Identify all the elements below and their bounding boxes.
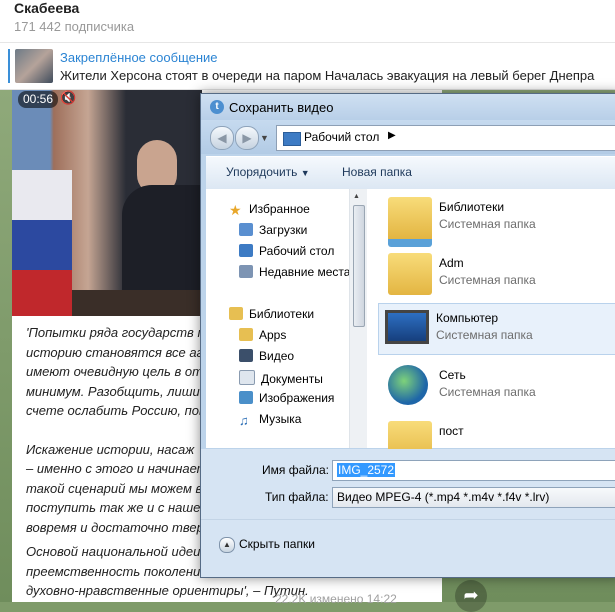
collapse-icon[interactable]: ▲: [219, 537, 235, 553]
flag-red-stripe: [12, 270, 72, 316]
documents-icon: [239, 370, 255, 385]
tree-item-video[interactable]: Видео: [239, 349, 294, 367]
dialog-titlebar[interactable]: t Сохранить видео: [201, 94, 615, 120]
scroll-up-icon[interactable]: ▲: [353, 193, 360, 200]
tree-item-documents[interactable]: Документы: [239, 370, 323, 388]
tree-item-favorites[interactable]: ★ Избранное: [229, 202, 310, 220]
pinned-text: Жители Херсона стоят в очереди на паром …: [60, 68, 595, 83]
video-desk: [72, 290, 202, 316]
channel-name: Скабеева: [14, 0, 80, 16]
star-icon: ★: [229, 202, 242, 218]
libraries-icon: [388, 197, 432, 247]
hide-folders-button[interactable]: Скрыть папки: [239, 537, 315, 551]
filetype-select[interactable]: Видео MPEG-4 (*.mp4 *.m4v *.f4v *.lrv): [332, 487, 615, 508]
tree-item-images[interactable]: Изображения: [239, 391, 334, 409]
folder-icon: [239, 328, 253, 341]
file-item-network[interactable]: Сеть Системная папка: [382, 361, 615, 411]
tree-item-libraries[interactable]: Библиотеки: [229, 307, 314, 325]
file-item-adm[interactable]: Adm Системная папка: [382, 249, 615, 299]
images-icon: [239, 391, 253, 404]
flag-blue-stripe: [12, 220, 72, 270]
filename-value: IMG_2572: [337, 463, 396, 477]
filename-input[interactable]: IMG_2572: [332, 460, 615, 481]
channel-header[interactable]: Скабеева 171 442 подписчика: [0, 0, 615, 43]
forward-button[interactable]: ➦: [455, 580, 487, 612]
video-time: 00:56: [18, 91, 59, 108]
desktop-icon: [239, 244, 253, 257]
new-folder-button[interactable]: Новая папка: [342, 165, 412, 179]
tree-item-downloads[interactable]: Загрузки: [239, 223, 307, 241]
downloads-icon: [239, 223, 253, 236]
pinned-message-bar[interactable]: Закреплённое сообщение Жители Херсона ст…: [0, 43, 615, 90]
network-icon: [388, 365, 428, 405]
subscriber-count: 171 442 подписчика: [14, 19, 135, 34]
pinned-title: Закреплённое сообщение: [60, 50, 218, 65]
navigation-scrollbar[interactable]: ▲: [349, 189, 367, 448]
back-icon[interactable]: ◀: [210, 126, 234, 150]
navigation-bar: ◀ ▶ ▼ Рабочий стол ▶: [201, 120, 615, 154]
file-item-libraries[interactable]: Библиотеки Системная папка: [382, 193, 615, 247]
address-bar[interactable]: Рабочий стол ▶: [276, 125, 615, 151]
forward-icon[interactable]: ▶: [235, 126, 259, 150]
save-video-dialog: t Сохранить видео ◀ ▶ ▼ Рабочий стол ▶ У…: [200, 93, 615, 578]
organize-button[interactable]: Упорядочить ▼: [226, 165, 310, 179]
save-form: Имя файла: IMG_2572 Тип файла: Видео MPE…: [201, 449, 615, 519]
app-icon: t: [210, 100, 224, 114]
dialog-title: Сохранить видео: [229, 100, 334, 115]
desktop-icon: [283, 132, 301, 146]
tree-item-music[interactable]: ♫ Музыка: [239, 412, 301, 430]
message-paragraph: 'Попытки ряда государств п историю стано…: [26, 325, 206, 418]
user-folder-icon: [388, 253, 432, 295]
history-dropdown-icon[interactable]: ▼: [260, 133, 269, 143]
tree-item-recent[interactable]: Недавние места: [239, 265, 350, 283]
tree-item-apps[interactable]: Apps: [239, 328, 286, 346]
computer-icon: [385, 310, 429, 344]
video-player[interactable]: [12, 90, 202, 316]
file-item-computer[interactable]: Компьютер Системная папка: [378, 303, 615, 355]
dialog-footer: ▲ Скрыть папки: [201, 519, 615, 577]
scrollbar-thumb[interactable]: [353, 205, 365, 327]
pinned-accent-bar: [8, 49, 10, 83]
pinned-thumbnail: [15, 49, 53, 83]
filetype-value: Видео MPEG-4 (*.mp4 *.m4v *.f4v *.lrv): [337, 490, 550, 504]
dialog-content: ★ Избранное Загрузки Рабочий стол Недавни…: [206, 189, 615, 463]
flag-white-stripe: [12, 170, 72, 220]
address-text[interactable]: Рабочий стол: [304, 130, 379, 144]
video-library-icon: [239, 349, 253, 362]
music-icon: ♫: [239, 413, 249, 428]
filename-label: Имя файла:: [262, 463, 329, 477]
navigation-pane: ★ Избранное Загрузки Рабочий стол Недавни…: [206, 189, 350, 448]
message-text: 'Попытки ряда государств п историю стано…: [26, 323, 208, 556]
libraries-icon: [229, 307, 243, 320]
tree-item-desktop[interactable]: Рабочий стол: [239, 244, 334, 262]
message-paragraph: Искажение истории, насаж – именно с этог…: [26, 441, 208, 535]
chevron-down-icon: ▼: [300, 168, 310, 178]
breadcrumb-arrow-icon[interactable]: ▶: [388, 130, 396, 141]
file-list: Библиотеки Системная папка Adm Системная…: [367, 189, 615, 463]
mute-icon[interactable]: 🔇: [60, 90, 76, 106]
recent-places-icon: [239, 265, 253, 278]
filetype-label: Тип файла:: [265, 490, 329, 504]
message-meta: 22.2K изменено 14:22: [275, 592, 397, 606]
dialog-toolbar: Упорядочить ▼ Новая папка: [206, 156, 615, 190]
